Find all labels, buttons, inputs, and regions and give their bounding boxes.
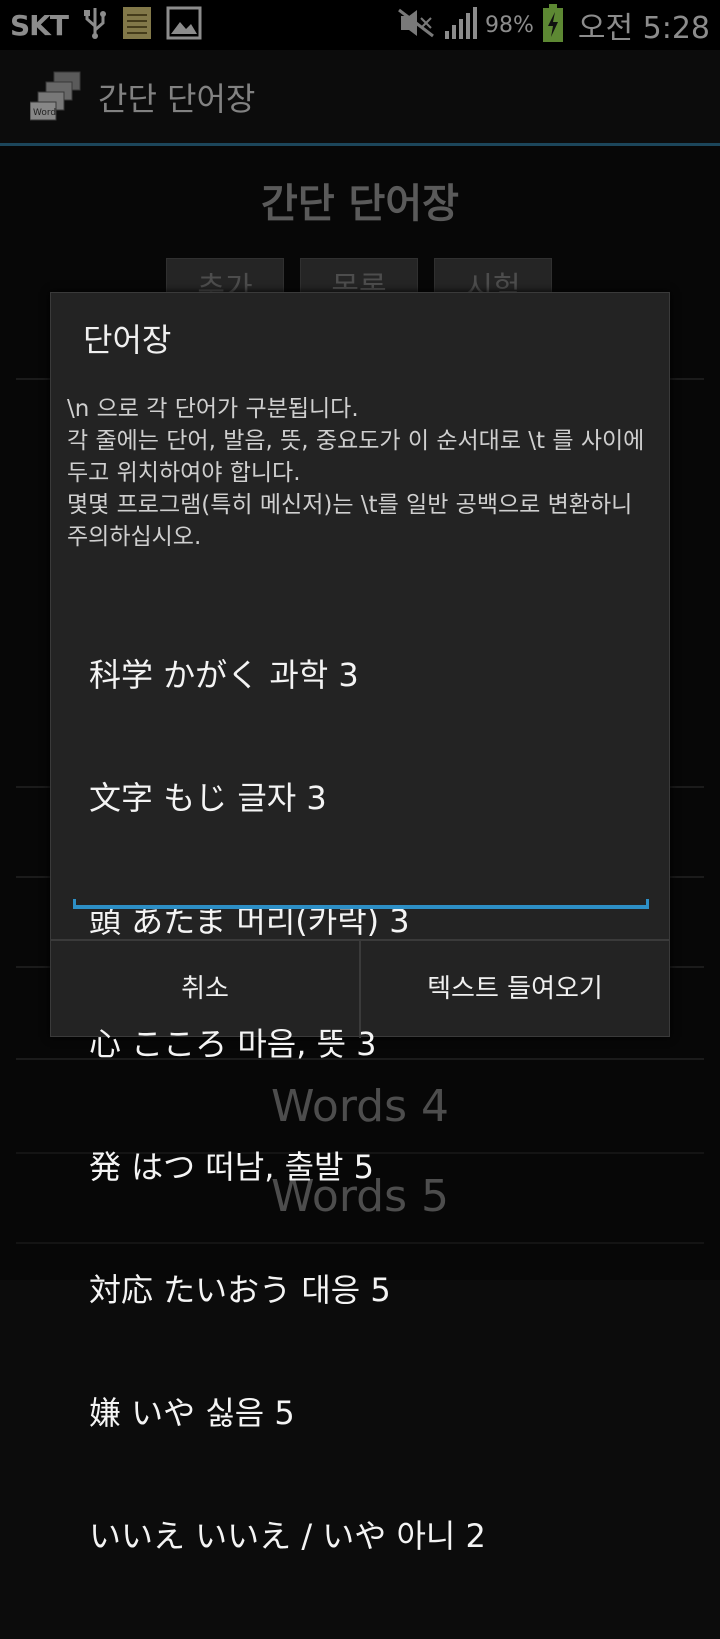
text-line: 発 はつ 떠남, 출발 5	[89, 1148, 374, 1186]
dialog-title: 단어장	[83, 321, 172, 359]
import-text-button[interactable]: 텍스트 들여오기	[359, 941, 669, 1038]
word-text-input[interactable]: 科学 かがく 과학 3 文字 もじ 글자 3 頭 あたま 머리(카락) 3 心 …	[89, 573, 649, 1639]
text-line: 文字 もじ 글자 3	[89, 779, 327, 817]
text-line: 対応 たいおう 대응 5	[89, 1271, 391, 1309]
import-dialog: 단어장 \n 으로 각 단어가 구분됩니다. 각 줄에는 단어, 발음, 뜻, …	[50, 292, 670, 1555]
dialog-description: \n 으로 각 단어가 구분됩니다. 각 줄에는 단어, 발음, 뜻, 중요도가…	[67, 396, 645, 550]
input-underline	[73, 899, 649, 909]
text-line: 科学 かがく 과학 3	[89, 656, 359, 694]
cancel-button[interactable]: 취소	[51, 941, 359, 1038]
text-line: 嫌 いや 싫음 5	[89, 1394, 295, 1432]
dialog-button-bar: 취소 텍스트 들여오기	[51, 939, 669, 1038]
text-line: いいえ いいえ / いや 아니 2	[89, 1517, 486, 1555]
